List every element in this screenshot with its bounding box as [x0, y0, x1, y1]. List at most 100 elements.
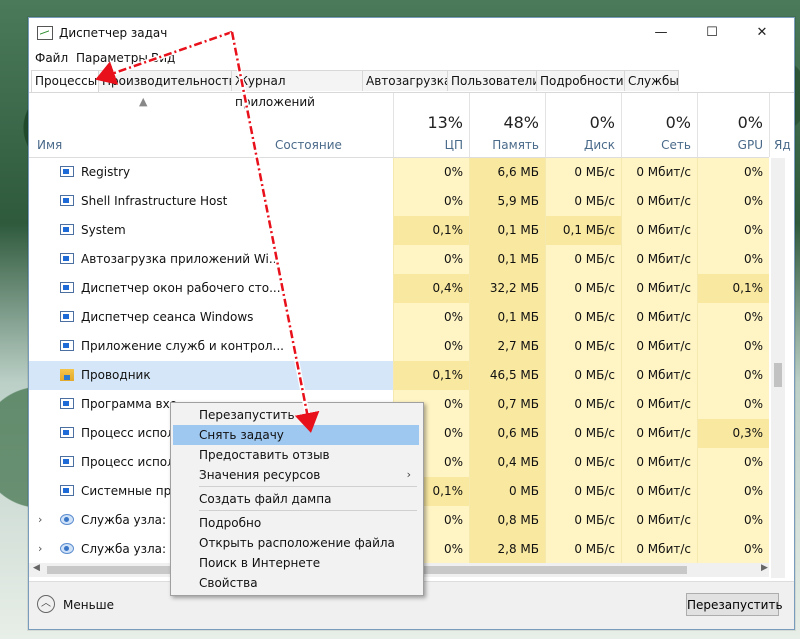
ctx-resource-values[interactable]: Значения ресурсов › [173, 465, 419, 485]
cell-net: 0 Мбит/с [621, 303, 697, 332]
title-bar[interactable]: Диспетчер задач — ☐ ✕ [29, 18, 794, 48]
cell-mem: 46,5 МБ [469, 361, 545, 390]
process-name: Автозагрузка приложений Wi... [81, 252, 281, 266]
process-name: Служба узла: D [81, 542, 180, 556]
table-row[interactable]: Приложение служб и контрол... 0% 2,7 МБ 0 М… [29, 332, 769, 361]
cpu-label: ЦП [444, 138, 463, 152]
cell-net: 0 Мбит/с [621, 535, 697, 564]
tab-startup[interactable]: Автозагрузка [362, 70, 451, 91]
ctx-open-location[interactable]: Открыть расположение файла [173, 533, 419, 553]
column-cpu[interactable]: 13% ЦП [393, 93, 469, 157]
column-memory[interactable]: 48% Память [469, 93, 545, 157]
tab-services[interactable]: Службы [624, 70, 679, 91]
tab-performance[interactable]: Производительность [98, 70, 236, 91]
memory-label: Память [492, 138, 539, 152]
cell-disk: 0 МБ/с [545, 535, 621, 564]
process-icon [60, 224, 74, 235]
process-icon [60, 427, 74, 438]
cell-cpu: 0,1% [393, 216, 469, 245]
memory-total: 48% [503, 113, 539, 132]
ctx-properties[interactable]: Свойства [173, 573, 419, 593]
restart-button[interactable]: Перезапустить [686, 593, 783, 616]
tab-details[interactable]: Подробности [536, 70, 625, 91]
cell-net: 0 Мбит/с [621, 274, 697, 303]
column-name[interactable]: Имя [37, 138, 62, 152]
cell-disk: 0 МБ/с [545, 448, 621, 477]
expand-chevron-icon[interactable]: › [38, 513, 42, 526]
context-menu: Перезапустить Снять задачу Предоставить от… [170, 402, 424, 596]
gpu-total: 0% [737, 113, 763, 132]
cell-gpu: 0,3% [697, 419, 769, 448]
cell-gpu: 0% [697, 216, 769, 245]
cell-disk: 0 МБ/с [545, 332, 621, 361]
tab-users[interactable]: Пользователи [447, 70, 540, 91]
cell-disk: 0 МБ/с [545, 419, 621, 448]
fewer-details-link[interactable]: Меньше [63, 598, 114, 612]
cell-net: 0 Мбит/с [621, 390, 697, 419]
ctx-item-label: Перезапустить [199, 408, 295, 422]
cell-mem: 0,4 МБ [469, 448, 545, 477]
cell-mem: 0,6 МБ [469, 419, 545, 448]
table-row[interactable]: Диспетчер сеанса Windows 0% 0,1 МБ 0 МБ/с 0 … [29, 303, 769, 332]
gpu-engine-label: Яд [774, 138, 791, 152]
vertical-scrollbar[interactable] [771, 158, 785, 578]
cell-mem: 0,1 МБ [469, 245, 545, 274]
ctx-item-label: Поиск в Интернете [199, 556, 321, 570]
column-gpu[interactable]: 0% GPU [697, 93, 769, 157]
table-row[interactable]: System 0,1% 0,1 МБ 0,1 МБ/с 0 Мбит/с 0% [29, 216, 769, 245]
ctx-restart[interactable]: Перезапустить [173, 405, 419, 425]
chevron-up-icon[interactable]: ︿ [37, 595, 55, 613]
column-network[interactable]: 0% Сеть [621, 93, 697, 157]
process-name: Программа вхо [81, 397, 178, 411]
ctx-feedback[interactable]: Предоставить отзыв [173, 445, 419, 465]
table-row[interactable]: Shell Infrastructure Host 0% 5,9 МБ 0 МБ/с 0… [29, 187, 769, 216]
process-icon [60, 514, 74, 525]
menu-view[interactable]: Вид [151, 51, 175, 65]
menu-separator [199, 510, 417, 511]
process-icon [60, 485, 74, 496]
window-title: Диспетчер задач [59, 26, 168, 40]
close-button[interactable]: ✕ [747, 22, 777, 44]
scroll-right-icon[interactable]: ▶ [761, 563, 768, 573]
ctx-search-online[interactable]: Поиск в Интернете [173, 553, 419, 573]
process-icon [60, 456, 74, 467]
cell-cpu: 0,4% [393, 274, 469, 303]
minimize-button[interactable]: — [646, 22, 676, 44]
menu-options[interactable]: Параметры [76, 51, 148, 65]
table-row[interactable]: Проводник 0,1% 46,5 МБ 0 МБ/с 0 Мбит/с 0% [29, 361, 769, 390]
column-gpu-engine[interactable]: Яд [769, 93, 794, 157]
expand-chevron-icon[interactable]: › [38, 542, 42, 555]
cell-gpu: 0% [697, 448, 769, 477]
menu-file[interactable]: Файл [35, 51, 68, 65]
ctx-end-task[interactable]: Снять задачу [173, 425, 419, 445]
ctx-details[interactable]: Подробно [173, 513, 419, 533]
cell-mem: 0,1 МБ [469, 216, 545, 245]
table-row[interactable]: Registry 0% 6,6 МБ 0 МБ/с 0 Мбит/с 0% [29, 158, 769, 187]
column-disk[interactable]: 0% Диск [545, 93, 621, 157]
column-state[interactable]: Состояние [275, 138, 342, 152]
process-icon [60, 282, 74, 293]
cell-mem: 2,7 МБ [469, 332, 545, 361]
cell-net: 0 Мбит/с [621, 332, 697, 361]
tab-app-history[interactable]: Журнал приложений [231, 70, 363, 109]
process-name: Registry [81, 165, 131, 179]
table-row[interactable]: Автозагрузка приложений Wi... 0% 0,1 МБ 0 М… [29, 245, 769, 274]
maximize-button[interactable]: ☐ [697, 22, 727, 44]
ctx-item-label: Подробно [199, 516, 262, 530]
table-row[interactable]: Диспетчер окон рабочего сто... 0,4% 32,2 М… [29, 274, 769, 303]
ctx-item-label: Предоставить отзыв [199, 448, 330, 462]
cell-net: 0 Мбит/с [621, 477, 697, 506]
cell-net: 0 Мбит/с [621, 506, 697, 535]
cell-mem: 0,1 МБ [469, 303, 545, 332]
process-icon [60, 340, 74, 351]
tab-processes[interactable]: Процессы [31, 70, 99, 92]
ctx-create-dump[interactable]: Создать файл дампа [173, 489, 419, 509]
network-total: 0% [665, 113, 691, 132]
cell-mem: 0,7 МБ [469, 390, 545, 419]
vertical-scroll-thumb[interactable] [774, 363, 782, 387]
process-icon [60, 311, 74, 322]
cell-net: 0 Мбит/с [621, 361, 697, 390]
disk-label: Диск [583, 138, 615, 152]
scroll-left-icon[interactable]: ◀ [33, 563, 40, 573]
ctx-item-label: Создать файл дампа [199, 492, 332, 506]
